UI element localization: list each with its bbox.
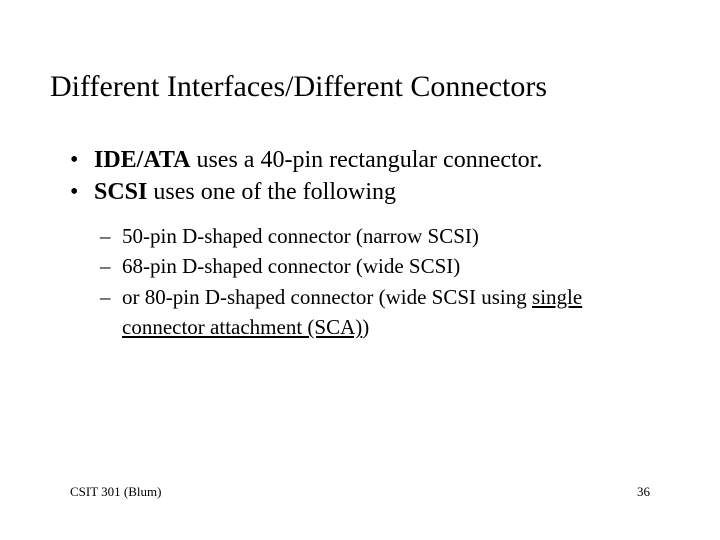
- bullet-1-rest: uses a 40-pin rectangular connector.: [190, 147, 542, 173]
- bullet-1: • IDE/ATA uses a 40-pin rectangular conn…: [70, 144, 650, 176]
- bullet-2-text: SCSI uses one of the following: [94, 176, 650, 208]
- sub-3-pre: or 80-pin D-shaped connector (wide SCSI …: [122, 285, 532, 309]
- sub-marker: –: [100, 251, 122, 281]
- bullet-list: • IDE/ATA uses a 40-pin rectangular conn…: [70, 144, 650, 209]
- footer-right: 36: [637, 484, 650, 500]
- sub-1: – 50-pin D-shaped connector (narrow SCSI…: [100, 221, 650, 251]
- slide-title: Different Interfaces/Different Connector…: [0, 0, 720, 104]
- sub-2: – 68-pin D-shaped connector (wide SCSI): [100, 251, 650, 281]
- bullet-2-rest: uses one of the following: [147, 179, 396, 205]
- bullet-marker: •: [70, 144, 94, 176]
- sub-marker: –: [100, 282, 122, 343]
- slide: Different Interfaces/Different Connector…: [0, 0, 720, 540]
- bullet-2: • SCSI uses one of the following: [70, 176, 650, 208]
- sub-1-text: 50-pin D-shaped connector (narrow SCSI): [122, 221, 650, 251]
- footer-left: CSIT 301 (Blum): [70, 484, 162, 500]
- sub-bullet-list: – 50-pin D-shaped connector (narrow SCSI…: [70, 221, 650, 343]
- bullet-1-text: IDE/ATA uses a 40-pin rectangular connec…: [94, 144, 650, 176]
- bullet-1-bold: IDE/ATA: [94, 147, 190, 173]
- slide-body: • IDE/ATA uses a 40-pin rectangular conn…: [0, 104, 720, 343]
- sub-2-text: 68-pin D-shaped connector (wide SCSI): [122, 251, 650, 281]
- sub-3: – or 80-pin D-shaped connector (wide SCS…: [100, 282, 650, 343]
- sub-3-text: or 80-pin D-shaped connector (wide SCSI …: [122, 282, 650, 343]
- slide-footer: CSIT 301 (Blum) 36: [0, 484, 720, 500]
- sub-3-post: ): [362, 315, 369, 339]
- bullet-marker: •: [70, 176, 94, 208]
- sub-marker: –: [100, 221, 122, 251]
- bullet-2-bold: SCSI: [94, 179, 147, 205]
